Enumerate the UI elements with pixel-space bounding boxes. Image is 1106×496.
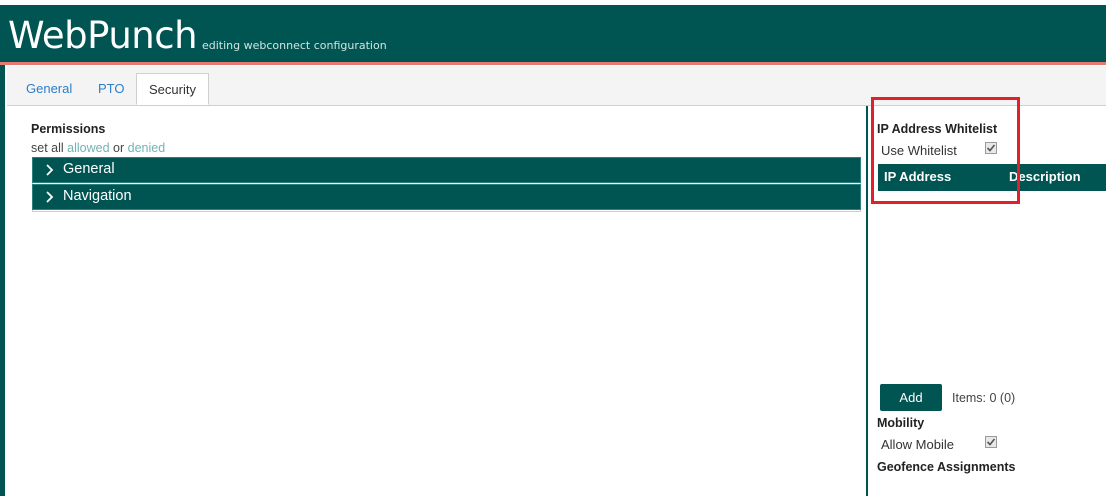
set-all-prefix: set all (31, 141, 64, 155)
column-description[interactable]: Description (1009, 169, 1081, 184)
chevron-right-icon (44, 162, 56, 178)
add-button[interactable]: Add (880, 384, 942, 411)
app-header: WebPunch editing webconnect configuratio… (0, 5, 1106, 62)
allowed-link[interactable]: allowed (67, 141, 109, 155)
use-whitelist-checkbox[interactable] (985, 142, 997, 154)
items-count: Items: 0 (0) (952, 391, 1016, 405)
whitelist-grid-body (878, 191, 1106, 381)
column-ip-address[interactable]: IP Address (884, 169, 951, 184)
tab-general[interactable]: General (26, 74, 72, 104)
chevron-right-icon (44, 189, 56, 205)
panel-general[interactable]: General (32, 157, 861, 183)
left-edge-bar (0, 65, 5, 496)
use-whitelist-label: Use Whitelist (881, 143, 957, 158)
tab-bar: General PTO Security (7, 66, 1106, 106)
header-accent-line (0, 62, 1106, 65)
app-title: WebPunch (8, 14, 198, 57)
panel-general-label: General (63, 161, 115, 177)
allow-mobile-checkbox[interactable] (985, 436, 997, 448)
app-subtitle: editing webconnect configuration (202, 39, 387, 52)
denied-link[interactable]: denied (128, 141, 166, 155)
or-text: or (113, 141, 125, 155)
geofence-title: Geofence Assignments (877, 460, 1016, 474)
whitelist-grid-header: IP Address Description (878, 164, 1106, 191)
tab-pto[interactable]: PTO (98, 74, 125, 104)
panel-navigation-label: Navigation (63, 188, 132, 204)
panel-navigation[interactable]: Navigation (32, 184, 861, 210)
tab-security[interactable]: Security (136, 73, 209, 105)
set-all-line: set all allowed or denied (31, 141, 165, 155)
pane-divider (866, 106, 868, 496)
allow-mobile-label: Allow Mobile (881, 437, 954, 452)
permissions-title: Permissions (31, 122, 106, 136)
mobility-title: Mobility (877, 416, 925, 430)
whitelist-title: IP Address Whitelist (877, 122, 998, 136)
